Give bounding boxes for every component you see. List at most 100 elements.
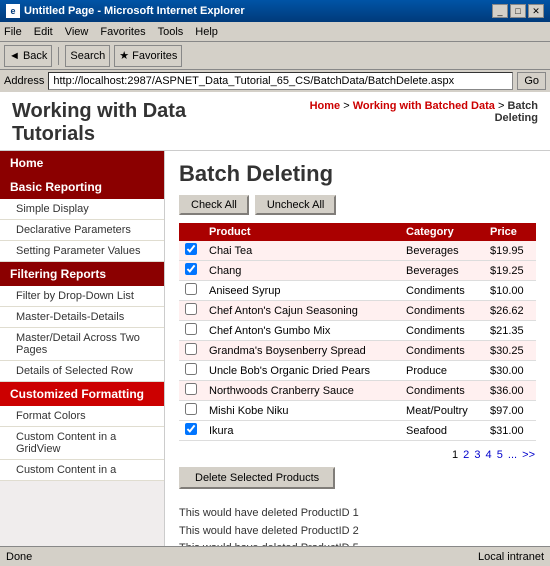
row-checkbox[interactable] <box>185 423 197 435</box>
page-next[interactable]: >> <box>522 449 535 461</box>
address-input[interactable] <box>48 72 513 90</box>
row-checkbox-cell[interactable] <box>179 261 203 281</box>
browser-content: Working with Data Tutorials Home > Worki… <box>0 92 550 546</box>
page-header: Working with Data Tutorials Home > Worki… <box>0 92 550 151</box>
row-checkbox[interactable] <box>185 303 197 315</box>
sidebar-group-home[interactable]: Home <box>0 151 164 175</box>
sidebar-item-setting-parameter-values[interactable]: Setting Parameter Values <box>0 241 164 262</box>
favorites-button[interactable]: ★ Favorites <box>114 45 182 67</box>
row-checkbox-cell[interactable] <box>179 361 203 381</box>
table-row: Chef Anton's Cajun Seasoning Condiments … <box>179 301 536 321</box>
search-button[interactable]: Search <box>65 45 110 67</box>
maximize-button[interactable]: □ <box>510 4 526 18</box>
row-checkbox[interactable] <box>185 343 197 355</box>
page-2[interactable]: 2 <box>463 449 469 461</box>
row-category: Seafood <box>400 421 484 441</box>
table-row: Chai Tea Beverages $19.95 <box>179 241 536 261</box>
row-category: Condiments <box>400 301 484 321</box>
row-checkbox[interactable] <box>185 403 197 415</box>
page-ellipsis[interactable]: ... <box>508 449 517 461</box>
row-price: $19.25 <box>484 261 536 281</box>
sidebar-item-filter-dropdown[interactable]: Filter by Drop-Down List <box>0 286 164 307</box>
sidebar: Home Basic Reporting Simple Display Decl… <box>0 151 165 546</box>
pagination: 1 2 3 4 5 ... >> <box>179 449 536 461</box>
menu-edit[interactable]: Edit <box>34 26 53 38</box>
row-checkbox-cell[interactable] <box>179 341 203 361</box>
col-header-price: Price <box>484 223 536 241</box>
menu-tools[interactable]: Tools <box>158 26 184 38</box>
products-table: Product Category Price Chai Tea Beverage… <box>179 223 536 441</box>
row-product: Chef Anton's Cajun Seasoning <box>203 301 400 321</box>
back-button[interactable]: ◄ Back <box>4 45 52 67</box>
page-3[interactable]: 3 <box>474 449 480 461</box>
log-message: This would have deleted ProductID 2 <box>179 523 536 541</box>
row-checkbox-cell[interactable] <box>179 401 203 421</box>
sidebar-group-filtering[interactable]: Filtering Reports <box>0 262 164 286</box>
sidebar-item-master-details[interactable]: Master-Details-Details <box>0 307 164 328</box>
row-product: Chef Anton's Gumbo Mix <box>203 321 400 341</box>
row-checkbox[interactable] <box>185 383 197 395</box>
row-checkbox[interactable] <box>185 323 197 335</box>
window-controls[interactable]: _ □ ✕ <box>492 4 544 18</box>
row-checkbox-cell[interactable] <box>179 281 203 301</box>
page-5[interactable]: 5 <box>497 449 503 461</box>
row-checkbox-cell[interactable] <box>179 421 203 441</box>
row-product: Mishi Kobe Niku <box>203 401 400 421</box>
row-product: Aniseed Syrup <box>203 281 400 301</box>
row-price: $31.00 <box>484 421 536 441</box>
row-price: $30.00 <box>484 361 536 381</box>
breadcrumb: Home > Working with Batched Data > Batch… <box>269 100 538 124</box>
table-row: Grandma's Boysenberry Spread Condiments … <box>179 341 536 361</box>
menu-file[interactable]: File <box>4 26 22 38</box>
row-price: $30.25 <box>484 341 536 361</box>
sidebar-group-customized[interactable]: Customized Formatting <box>0 382 164 406</box>
sidebar-item-details-selected-row[interactable]: Details of Selected Row <box>0 361 164 382</box>
menu-help[interactable]: Help <box>195 26 218 38</box>
uncheck-all-button[interactable]: Uncheck All <box>255 195 336 215</box>
sidebar-item-simple-display[interactable]: Simple Display <box>0 199 164 220</box>
row-product: Grandma's Boysenberry Spread <box>203 341 400 361</box>
row-checkbox-cell[interactable] <box>179 381 203 401</box>
row-category: Condiments <box>400 281 484 301</box>
row-price: $26.62 <box>484 301 536 321</box>
action-buttons-row: Check All Uncheck All <box>179 195 536 215</box>
page-4[interactable]: 4 <box>486 449 492 461</box>
two-column-layout: Home Basic Reporting Simple Display Decl… <box>0 151 550 546</box>
row-product: Ikura <box>203 421 400 441</box>
row-checkbox[interactable] <box>185 283 197 295</box>
address-bar: Address Go <box>0 70 550 92</box>
go-button[interactable]: Go <box>517 72 546 90</box>
check-all-button[interactable]: Check All <box>179 195 249 215</box>
row-price: $36.00 <box>484 381 536 401</box>
row-checkbox[interactable] <box>185 363 197 375</box>
table-row: Chang Beverages $19.25 <box>179 261 536 281</box>
breadcrumb-section[interactable]: Working with Batched Data <box>353 100 495 112</box>
log-messages: This would have deleted ProductID 1This … <box>179 505 536 546</box>
row-checkbox-cell[interactable] <box>179 241 203 261</box>
close-button[interactable]: ✕ <box>528 4 544 18</box>
sidebar-item-master-detail-pages[interactable]: Master/Detail Across Two Pages <box>0 328 164 361</box>
site-title: Working with Data Tutorials <box>12 100 269 146</box>
row-checkbox-cell[interactable] <box>179 301 203 321</box>
page-current: 1 <box>452 449 458 461</box>
menu-favorites[interactable]: Favorites <box>100 26 145 38</box>
menu-bar: File Edit View Favorites Tools Help <box>0 22 550 42</box>
status-left: Done <box>6 551 32 563</box>
sidebar-item-declarative-parameters[interactable]: Declarative Parameters <box>0 220 164 241</box>
menu-view[interactable]: View <box>65 26 89 38</box>
row-checkbox-cell[interactable] <box>179 321 203 341</box>
col-header-checkbox <box>179 223 203 241</box>
sidebar-item-custom-content-gridview[interactable]: Custom Content in a GridView <box>0 427 164 460</box>
address-label: Address <box>4 75 44 87</box>
toolbar: ◄ Back Search ★ Favorites <box>0 42 550 70</box>
sidebar-group-basic[interactable]: Basic Reporting <box>0 175 164 199</box>
row-checkbox[interactable] <box>185 263 197 275</box>
sidebar-item-custom-content[interactable]: Custom Content in a <box>0 460 164 481</box>
breadcrumb-home[interactable]: Home <box>310 100 341 112</box>
row-category: Condiments <box>400 341 484 361</box>
sidebar-item-format-colors[interactable]: Format Colors <box>0 406 164 427</box>
col-header-product: Product <box>203 223 400 241</box>
minimize-button[interactable]: _ <box>492 4 508 18</box>
row-checkbox[interactable] <box>185 243 197 255</box>
delete-selected-button[interactable]: Delete Selected Products <box>179 467 335 489</box>
